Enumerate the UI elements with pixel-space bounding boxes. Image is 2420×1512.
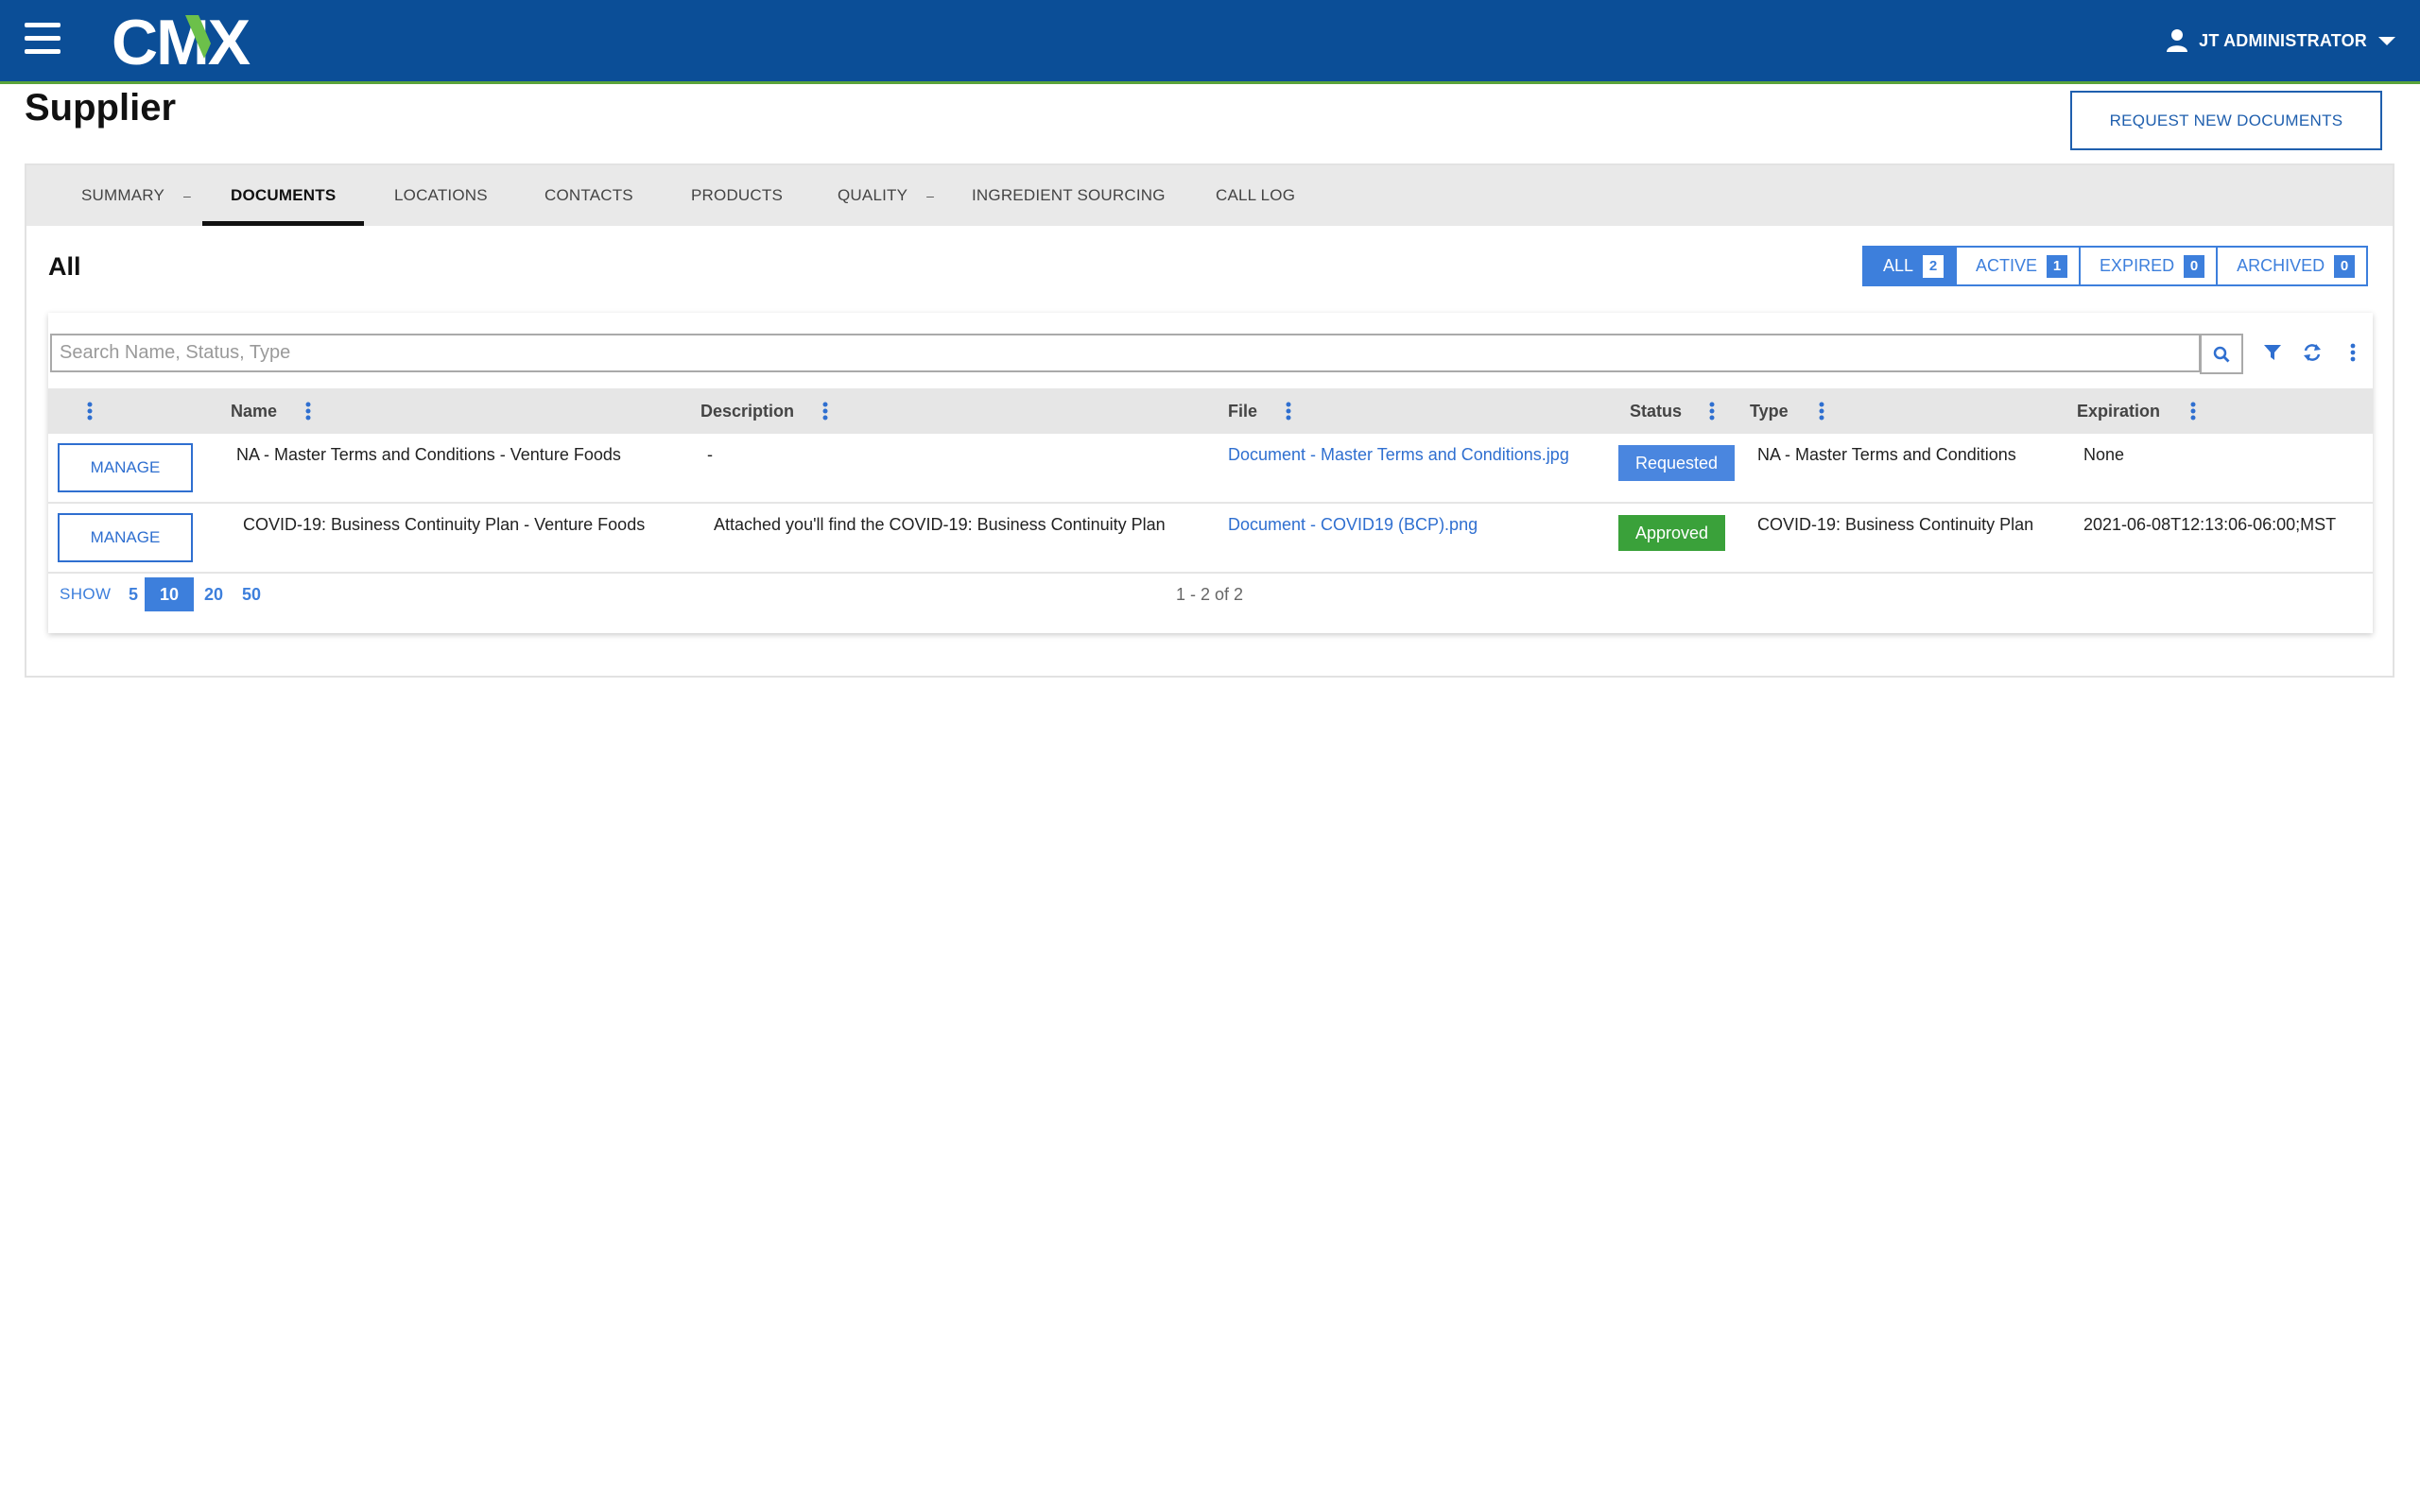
filter-expired[interactable]: EXPIRED 0	[2081, 248, 2219, 284]
filter-count-badge: 1	[2047, 254, 2068, 278]
status-badge: Requested	[1618, 445, 1736, 481]
search-button[interactable]	[2200, 334, 2243, 374]
cell-name: NA - Master Terms and Conditions - Ventu…	[236, 445, 621, 464]
tab-quality[interactable]: QUALITY –	[838, 165, 934, 226]
tab-ingredient-sourcing[interactable]: INGREDIENT SOURCING	[972, 165, 1166, 226]
section-title: All	[48, 252, 81, 281]
tab-bar: SUMMARY – DOCUMENTS LOCATIONS CONTACTS P…	[26, 165, 2393, 226]
status-badge: Approved	[1618, 515, 1726, 551]
column-menu-icon[interactable]	[302, 400, 314, 422]
column-menu-icon[interactable]	[1283, 400, 1294, 422]
column-header-description[interactable]: Description	[700, 388, 794, 434]
cell-file-link[interactable]: Document - COVID19 (BCP).png	[1228, 515, 1478, 535]
filter-archived[interactable]: ARCHIVED 0	[2218, 248, 2366, 284]
cell-expiration: 2021-06-08T12:13:06-06:00;MST	[2083, 515, 2337, 534]
pagination: SHOW 5 10 20 50 1 - 2 of 2	[48, 574, 2373, 621]
column-header-type[interactable]: Type	[1750, 388, 1789, 434]
supplier-panel: SUMMARY – DOCUMENTS LOCATIONS CONTACTS P…	[25, 163, 2394, 678]
refresh-icon[interactable]	[2301, 341, 2324, 364]
column-menu-icon[interactable]	[84, 400, 95, 422]
tab-label: CONTACTS	[544, 186, 633, 204]
cell-file-link[interactable]: Document - Master Terms and Conditions.j…	[1228, 445, 1569, 465]
tab-label: QUALITY	[838, 186, 908, 204]
cell-type: COVID-19: Business Continuity Plan	[1757, 515, 2034, 534]
filter-icon[interactable]	[2261, 341, 2284, 364]
column-menu-icon[interactable]	[2187, 400, 2199, 422]
documents-grid: Name Description File Status Type Expira…	[48, 313, 2373, 633]
document-filter-group: ALL 2 ACTIVE 1 EXPIRED 0 ARCHIVED 0	[1862, 246, 2369, 286]
tab-label: SUMMARY	[81, 186, 164, 204]
tab-contacts[interactable]: CONTACTS	[544, 165, 633, 226]
search-input[interactable]	[50, 334, 2201, 372]
filter-label: ACTIVE	[1976, 256, 2038, 275]
filter-count-badge: 0	[2184, 254, 2205, 278]
show-label: SHOW	[60, 585, 112, 603]
page-size-20[interactable]: 20	[197, 577, 231, 611]
cell-type: NA - Master Terms and Conditions	[1757, 445, 2016, 464]
user-icon	[2167, 29, 2188, 52]
column-menu-icon[interactable]	[1706, 400, 1718, 422]
column-header-name[interactable]: Name	[231, 388, 277, 434]
grid-header: Name Description File Status Type Expira…	[48, 388, 2373, 434]
page-size-10[interactable]: 10	[145, 577, 194, 611]
filter-label: EXPIRED	[2100, 256, 2175, 275]
page-size-5[interactable]: 5	[119, 577, 147, 611]
page-range: 1 - 2 of 2	[1176, 585, 1244, 604]
hamburger-menu-icon[interactable]	[25, 23, 60, 55]
column-header-status[interactable]: Status	[1630, 388, 1682, 434]
user-menu[interactable]: JT ADMINISTRATOR	[2167, 26, 2395, 55]
tab-label: INGREDIENT SOURCING	[972, 186, 1166, 204]
cmx-logo[interactable]: CMX	[112, 11, 301, 72]
tab-products[interactable]: PRODUCTS	[691, 165, 783, 226]
request-new-documents-button[interactable]: REQUEST NEW DOCUMENTS	[2070, 91, 2382, 150]
column-menu-icon[interactable]	[1816, 400, 1827, 422]
manage-button[interactable]: MANAGE	[58, 443, 193, 492]
page-size-50[interactable]: 50	[234, 577, 268, 611]
caret-down-icon: –	[926, 188, 935, 203]
page-title: Supplier	[25, 87, 177, 129]
column-header-expiration[interactable]: Expiration	[2077, 388, 2160, 434]
table-row: MANAGE COVID-19: Business Continuity Pla…	[48, 504, 2373, 574]
cell-description: Attached you'll find the COVID-19: Busin…	[714, 515, 1166, 534]
tab-locations[interactable]: LOCATIONS	[394, 165, 488, 226]
cell-description: -	[707, 445, 713, 464]
logo-text: CMX	[112, 11, 251, 72]
tab-label: CALL LOG	[1216, 186, 1296, 204]
chevron-down-icon	[2378, 37, 2395, 45]
user-name: JT ADMINISTRATOR	[2199, 30, 2367, 50]
search-icon	[2213, 346, 2230, 362]
filter-count-badge: 0	[2334, 254, 2356, 278]
filter-active[interactable]: ACTIVE 1	[1957, 248, 2082, 284]
cell-name: COVID-19: Business Continuity Plan - Ven…	[243, 515, 646, 534]
table-row: MANAGE NA - Master Terms and Conditions …	[48, 434, 2373, 504]
filter-count-badge: 2	[1923, 254, 1945, 278]
more-options-icon[interactable]	[2342, 341, 2364, 364]
tab-label: PRODUCTS	[691, 186, 783, 204]
caret-down-icon: –	[183, 188, 191, 203]
filter-label: ARCHIVED	[2237, 256, 2325, 275]
column-header-file[interactable]: File	[1228, 388, 1257, 434]
tab-call-log[interactable]: CALL LOG	[1216, 165, 1295, 226]
top-bar: CMX JT ADMINISTRATOR	[0, 0, 2420, 84]
cell-expiration: None	[2083, 445, 2125, 464]
tab-label: DOCUMENTS	[231, 186, 337, 204]
tab-documents[interactable]: DOCUMENTS	[201, 165, 365, 226]
column-menu-icon[interactable]	[820, 400, 831, 422]
tab-label: LOCATIONS	[394, 186, 488, 204]
manage-button[interactable]: MANAGE	[58, 513, 193, 562]
filter-label: ALL	[1883, 256, 1914, 275]
tab-summary[interactable]: SUMMARY –	[81, 165, 191, 226]
filter-all[interactable]: ALL 2	[1864, 248, 1958, 284]
